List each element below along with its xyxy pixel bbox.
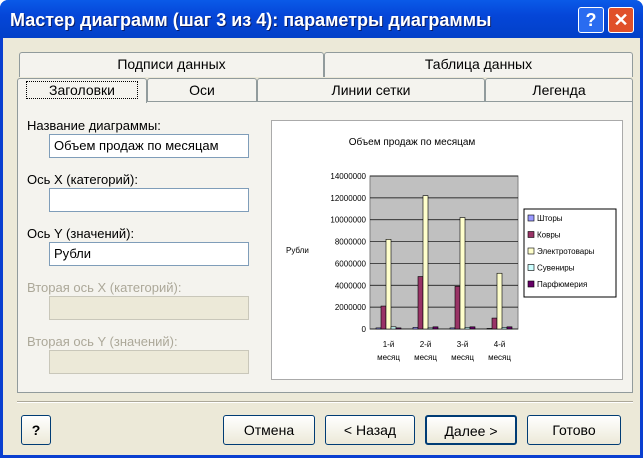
y-tick-label: 14000000 <box>330 172 366 181</box>
bar-4-0 <box>395 327 402 330</box>
bar-2-0 <box>385 239 392 330</box>
legend-swatch <box>527 214 535 222</box>
chart-title-label: Название диаграммы: <box>27 118 161 133</box>
bar-2-3 <box>496 272 503 330</box>
bar-1-2 <box>454 286 461 330</box>
bar-3-2 <box>464 327 471 330</box>
legend-item: Шторы <box>537 214 563 223</box>
legend-swatch <box>527 264 535 271</box>
x-tick-label: месяц <box>451 353 474 362</box>
bar-4-2 <box>469 326 476 330</box>
secondary-y-axis-label: Вторая ось Y (значений): <box>27 334 178 349</box>
tab-legend[interactable]: Легенда <box>485 78 633 102</box>
legend-swatch <box>527 280 535 288</box>
x-tick-label: 2-й <box>420 340 432 349</box>
x-axis-input[interactable] <box>49 188 249 212</box>
legend-swatch <box>527 231 535 238</box>
bar-2-1 <box>422 195 429 330</box>
bar-1-1 <box>417 276 424 330</box>
secondary-x-axis-input <box>49 296 249 320</box>
help-title-button[interactable]: ? <box>578 7 604 33</box>
y-tick-label: 2000000 <box>335 303 367 312</box>
legend-item: Ковры <box>537 231 561 240</box>
bar-4-1 <box>432 326 439 330</box>
x-tick-label: месяц <box>414 353 437 362</box>
y-tick-label: 12000000 <box>330 194 366 203</box>
x-tick-label: месяц <box>377 353 400 362</box>
legend-item: Электротовары <box>537 247 595 256</box>
x-axis-label: Ось X (категорий): <box>27 172 138 187</box>
chart-wizard-dialog: Мастер диаграмм (шаг 3 из 4): параметры … <box>0 0 643 458</box>
x-tick-label: 3-й <box>457 340 469 349</box>
bar-3-1 <box>427 327 434 330</box>
legend-swatch <box>527 247 535 255</box>
y-tick-label: 8000000 <box>335 238 367 247</box>
y-axis-input[interactable]: Рубли <box>49 242 249 266</box>
y-axis-title: Рубли <box>286 246 309 255</box>
bar-0-3 <box>486 328 493 330</box>
legend-item: Сувениры <box>537 264 575 273</box>
bar-1-0 <box>380 305 387 330</box>
secondary-x-axis-label: Вторая ось X (категорий): <box>27 280 182 295</box>
y-tick-label: 6000000 <box>335 259 367 268</box>
chart-preview: Объем продаж по месяцам 0 2000000 4000000 60… <box>271 120 623 380</box>
secondary-y-axis-input <box>49 350 249 374</box>
x-tick-label: месяц <box>488 353 511 362</box>
chart-title: Объем продаж по месяцам <box>349 136 476 148</box>
bar-3-3 <box>501 327 508 330</box>
bar-2-2 <box>459 217 466 330</box>
help-button[interactable]: ? <box>21 415 51 445</box>
title-bar: Мастер диаграмм (шаг 3 из 4): параметры … <box>0 0 643 38</box>
next-button[interactable]: Далее > <box>425 415 517 445</box>
tab-titles[interactable]: Заголовки <box>17 78 147 103</box>
close-button[interactable]: ✕ <box>608 7 634 33</box>
x-tick-label: 4-й <box>494 340 506 349</box>
bar-4-3 <box>506 326 513 330</box>
y-axis-label: Ось Y (значений): <box>27 226 135 241</box>
bar-1-3 <box>491 317 498 330</box>
cancel-button[interactable]: Отмена <box>223 415 315 445</box>
bar-0-1 <box>412 327 419 330</box>
chart-title-input[interactable]: Объем продаж по месяцам <box>49 134 249 158</box>
legend-item: Парфюмерия <box>537 280 587 289</box>
window-title: Мастер диаграмм (шаг 3 из 4): параметры … <box>10 10 492 30</box>
tab-titles-label: Заголовки <box>25 81 138 99</box>
x-tick-label: 1-й <box>383 340 395 349</box>
y-tick-label: 10000000 <box>330 216 366 225</box>
plot-area <box>369 175 519 330</box>
tab-gridlines[interactable]: Линии сетки <box>257 78 485 102</box>
y-tick-label: 0 <box>362 325 367 334</box>
back-button[interactable]: < Назад <box>325 415 415 445</box>
bar-0-0 <box>375 327 382 330</box>
tab-axes[interactable]: Оси <box>147 78 257 102</box>
divider <box>17 401 633 403</box>
bar-0-2 <box>449 327 456 330</box>
y-tick-label: 4000000 <box>335 281 367 290</box>
tab-data-labels[interactable]: Подписи данных <box>19 52 324 77</box>
finish-button[interactable]: Готово <box>527 415 621 445</box>
bar-3-0 <box>390 326 397 330</box>
tab-data-table[interactable]: Таблица данных <box>324 52 633 77</box>
chart-svg: Объем продаж по месяцам 0 2000000 4000000 60… <box>286 136 617 362</box>
